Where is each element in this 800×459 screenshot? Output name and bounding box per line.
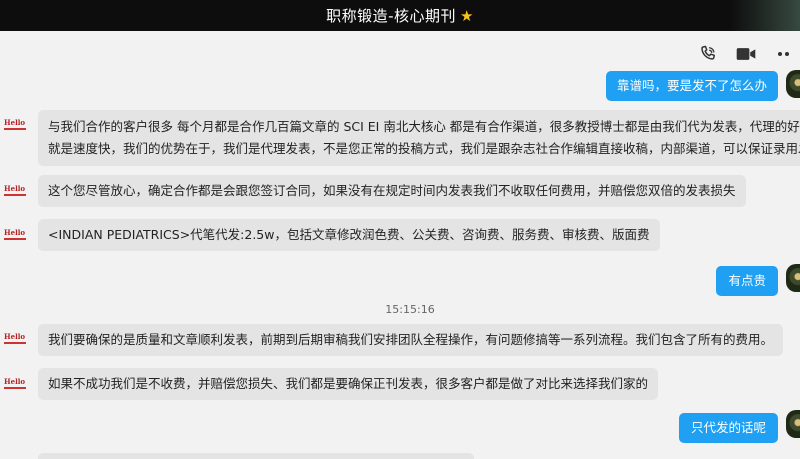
more-dots-icon[interactable] — [772, 42, 796, 66]
message-incoming: 如果不成功我们是不收费，并赔偿您损失、我们都是要确保正刊发表，很多客户都是做了对… — [38, 368, 659, 400]
message-incoming: 我们要确保的是质量和文章顺利发表，前期到后期审稿我们安排团队全程操作，有问题修搞… — [38, 324, 784, 356]
avatar-underline — [4, 386, 26, 389]
message-bubble[interactable]: 与我们合作的客户很多 每个月都是合作几百篇文章的 SCI EI 南北大核心 都是… — [38, 110, 800, 166]
avatar-text: Hello — [4, 227, 26, 237]
message-bubble[interactable]: 如果不成功我们是不收费，并赔偿您损失、我们都是要确保正刊发表，很多客户都是做了对… — [38, 368, 659, 400]
message-incoming: 与我们合作的客户很多 每个月都是合作几百篇文章的 SCI EI 南北大核心 都是… — [38, 110, 800, 166]
phone-call-icon[interactable] — [696, 42, 720, 66]
message-line: 就是速度快，我们的优势在于，我们是代理发表，不是您正常的投稿方式，我们是跟杂志社… — [48, 141, 800, 156]
message-outgoing: 靠谱吗，要是发不了怎么办 — [605, 71, 778, 101]
avatar-text: Hello — [4, 376, 26, 386]
avatar-text: Hello — [4, 183, 26, 193]
user-avatar[interactable] — [786, 70, 800, 98]
window-titlebar: 职称锻造-核心期刊 ★ — [0, 0, 800, 31]
avatar-underline — [4, 341, 26, 344]
user-avatar[interactable] — [786, 410, 800, 438]
message-bubble[interactable]: 这个您尽管放心，确定合作都是会跟您签订合同，如果没有在规定时间内发表我们不收取任… — [38, 175, 746, 207]
avatar-underline — [4, 127, 26, 130]
message-bubble[interactable]: 我们要确保的是质量和文章顺利发表，前期到后期审稿我们安排团队全程操作，有问题修搞… — [38, 324, 784, 356]
message-outgoing: 有点贵 — [716, 266, 778, 296]
contact-avatar[interactable]: Hello — [4, 179, 28, 201]
user-avatar[interactable] — [786, 264, 800, 292]
avatar-underline — [4, 193, 26, 196]
message-bubble[interactable]: 靠谱吗，要是发不了怎么办 — [605, 71, 778, 101]
message-line: 与我们合作的客户很多 每个月都是合作几百篇文章的 SCI EI 南北大核心 都是… — [48, 119, 800, 134]
contact-avatar[interactable]: Hello — [4, 223, 28, 245]
message-bubble[interactable]: 有点贵 — [716, 266, 778, 296]
message-bubble[interactable]: <INDIAN PEDIATRICS>代笔代发:2.5w，包括文章修改润色费、公… — [38, 219, 660, 251]
contact-avatar[interactable]: Hello — [4, 327, 28, 349]
star-icon: ★ — [459, 6, 474, 25]
message-incoming: 这个您尽管放心，确定合作都是会跟您签订合同，如果没有在规定时间内发表我们不收取任… — [38, 175, 746, 207]
contact-avatar[interactable]: Hello — [4, 113, 28, 135]
chat-title: 职称锻造-核心期刊 — [326, 7, 456, 25]
chat-toolbar — [690, 40, 800, 68]
message-timestamp: 15:15:16 — [385, 303, 435, 316]
message-bubble[interactable]: 只代发的话呢 — [678, 413, 778, 443]
avatar-text: Hello — [4, 331, 26, 341]
message-incoming: <INDIAN PEDIATRICS>代笔代发:2.5w，包括文章修改润色费、公… — [38, 219, 660, 251]
titlebar-decoration — [730, 0, 800, 31]
message-outgoing: 只代发的话呢 — [678, 413, 778, 443]
video-call-icon[interactable] — [734, 42, 758, 66]
avatar-underline — [4, 237, 26, 240]
avatar-text: Hello — [4, 117, 26, 127]
contact-avatar[interactable]: Hello — [4, 372, 28, 394]
message-bubble-partial — [38, 453, 474, 459]
